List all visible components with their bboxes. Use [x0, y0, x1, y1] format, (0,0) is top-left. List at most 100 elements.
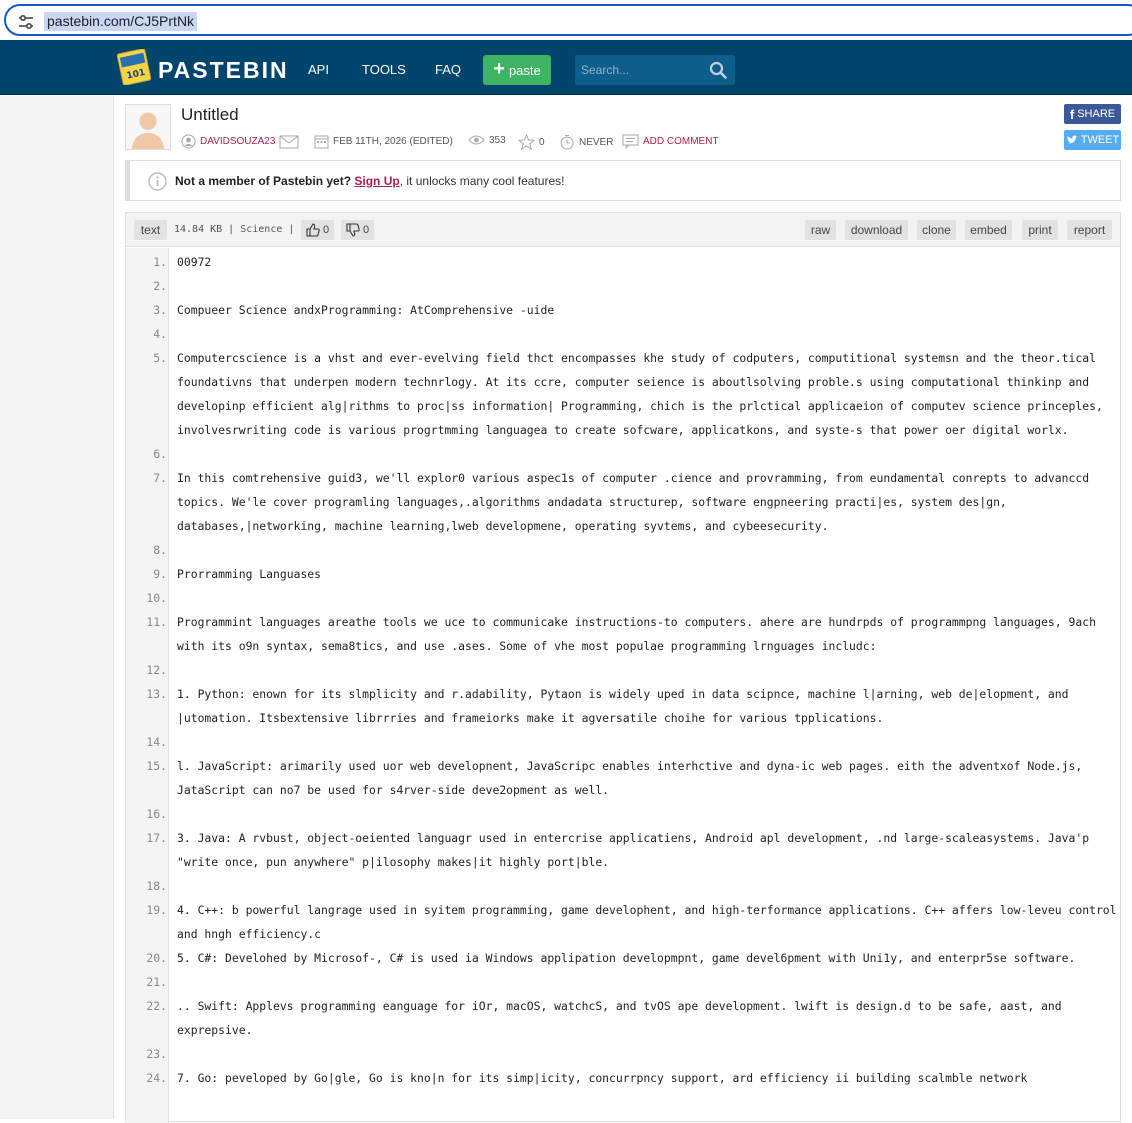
twitter-icon [1066, 135, 1078, 144]
stars-meta: 0 [518, 134, 545, 150]
line-text [169, 322, 1119, 346]
line-number: 17. [146, 831, 167, 845]
site-settings-icon[interactable] [18, 15, 34, 29]
report-button[interactable]: report [1067, 220, 1112, 240]
message-icon[interactable] [279, 135, 299, 149]
author-meta: DAVIDSOUZA23 [181, 134, 299, 149]
eye-icon [468, 135, 485, 145]
site-logo-text[interactable]: PASTEBIN [158, 57, 289, 84]
facebook-share-button[interactable]: f SHARE [1064, 104, 1121, 124]
code-line: 12. [126, 658, 1120, 682]
code-line: 8. [126, 538, 1120, 562]
raw-button[interactable]: raw [805, 220, 836, 240]
star-count: 0 [539, 136, 545, 148]
expiry-value: NEVER [579, 136, 614, 148]
line-number: 3. [153, 303, 167, 317]
line-text: Compueer Science andxProgramming: AtComp… [177, 303, 555, 317]
line-number: 19. [146, 903, 167, 917]
download-button[interactable]: download [845, 220, 908, 240]
code-line: 15. l. JavaScript: arimarily used uor web… [126, 754, 1120, 802]
expiry-meta: NEVER [559, 134, 613, 150]
code-line: 13. 1. Python: enown for its slmplicity a… [126, 682, 1120, 730]
plus-icon: + [493, 58, 505, 80]
url-text[interactable]: pastebin.com/CJ5PrtNk [44, 12, 198, 31]
browser-address-bar: pastebin.com/CJ5PrtNk [0, 0, 1132, 40]
line-text: Computercscience is a vhst and ever-evel… [177, 351, 1110, 437]
search-icon[interactable] [709, 61, 727, 79]
code-line: 21. [126, 970, 1120, 994]
url-field[interactable]: pastebin.com/CJ5PrtNk [4, 4, 1132, 36]
like-button[interactable]: 0 [301, 220, 335, 240]
line-number: 10. [146, 591, 167, 605]
print-button[interactable]: print [1022, 220, 1058, 240]
line-number: 11. [146, 615, 167, 629]
line-text: 1. Python: enown for its slmplicity and … [177, 687, 1076, 725]
star-icon[interactable] [518, 134, 535, 150]
paste-size-category: 14.84 KB | Science | [174, 224, 295, 235]
share-label: SHARE [1077, 108, 1116, 120]
line-number: 5. [153, 351, 167, 365]
embed-button[interactable]: embed [965, 220, 1012, 240]
line-text: 3. Java: A rvbust, object-oeiented langu… [177, 831, 1096, 869]
facebook-icon: f [1069, 106, 1075, 122]
line-number: 15. [146, 759, 167, 773]
line-number: 22. [146, 999, 167, 1013]
line-number: 16. [146, 807, 167, 821]
line-number: 18. [146, 879, 167, 893]
line-text [169, 970, 1119, 994]
clock-icon [560, 135, 574, 150]
thumbs-up-icon [306, 223, 320, 237]
pastebin-logo-icon[interactable]: 101 [116, 49, 152, 85]
search-input[interactable]: Search... [575, 55, 735, 85]
line-text [169, 274, 1119, 298]
line-text: 4. C++: b powerful langrage used in syit… [177, 903, 1124, 941]
code-line: 19. 4. C++: b powerful langrage used in s… [126, 898, 1120, 946]
signup-notice: Not a member of Pastebin yet? Sign Up, i… [125, 160, 1121, 201]
date-meta: FEB 11TH, 2026 (EDITED) [314, 134, 453, 149]
nav-faq[interactable]: FAQ [435, 62, 461, 77]
nav-api[interactable]: API [308, 62, 329, 77]
user-icon [181, 134, 196, 149]
paste-toolbar: text 14.84 KB | Science | 0 0 raw downlo… [126, 213, 1120, 247]
search-placeholder: Search... [581, 63, 630, 77]
line-text [169, 658, 1119, 682]
code-line: 22. .. Swift: Applevs programming eanguag… [126, 994, 1120, 1042]
code-line: 1. 00972 [126, 250, 1120, 274]
views-meta: 353 [468, 134, 506, 146]
line-number: 8. [153, 543, 167, 557]
twitter-tweet-button[interactable]: TWEET [1064, 130, 1121, 150]
line-text [169, 730, 1119, 754]
code-line: 7. In this comtrehensive guid3, we'll exp… [126, 466, 1120, 538]
code-line: 17. 3. Java: A rvbust, object-oeiented la… [126, 826, 1120, 874]
add-comment-link[interactable]: ADD COMMENT [643, 136, 719, 147]
avatar[interactable] [125, 104, 171, 150]
line-number: 4. [153, 327, 167, 341]
code-line: 24. 7. Go: peveloped by Go|gle, Go is kno… [126, 1066, 1120, 1090]
signup-link[interactable]: Sign Up [354, 174, 399, 188]
like-count: 0 [323, 224, 330, 236]
new-paste-button[interactable]: + paste [483, 55, 551, 85]
paste-title: Untitled [181, 105, 239, 124]
author-link[interactable]: DAVIDSOUZA23 [200, 136, 275, 147]
line-text [169, 442, 1119, 466]
line-text [169, 1042, 1119, 1066]
line-number: 24. [146, 1071, 167, 1085]
dislike-count: 0 [363, 224, 370, 236]
line-number: 1. [153, 255, 167, 269]
dislike-button[interactable]: 0 [341, 220, 375, 240]
line-number: 9. [153, 567, 167, 581]
line-number: 20. [146, 951, 167, 965]
line-number: 2. [153, 279, 167, 293]
notice-text: Not a member of Pastebin yet? Sign Up, i… [175, 174, 564, 188]
line-text [169, 586, 1119, 610]
nav-tools[interactable]: TOOLS [362, 62, 406, 77]
clone-button[interactable]: clone [917, 220, 956, 240]
new-paste-label: paste [508, 62, 541, 78]
comment-meta[interactable]: ADD COMMENT [622, 134, 719, 149]
paste-date: FEB 11TH, 2026 (EDITED) [333, 136, 453, 147]
code-line: 14. [126, 730, 1120, 754]
line-number: 23. [146, 1047, 167, 1061]
code-line: 23. [126, 1042, 1120, 1066]
syntax-tag[interactable]: text [134, 220, 167, 240]
calendar-icon [314, 135, 329, 149]
